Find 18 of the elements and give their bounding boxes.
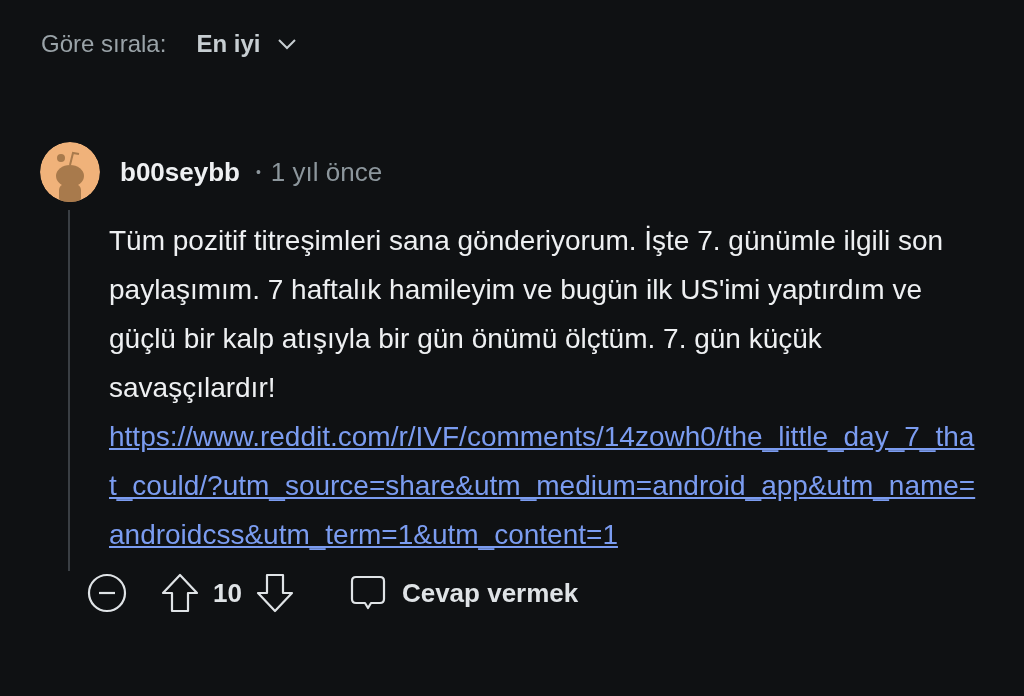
collapse-button[interactable]	[87, 573, 127, 613]
speech-bubble-icon	[349, 575, 386, 611]
reply-button[interactable]: Cevap vermek	[349, 575, 579, 611]
comment-link[interactable]: https://www.reddit.com/r/IVF/comments/14zowh0/the_little_day_7_that_could/?utm_source=share&utm_medium=android_app&utm_name=androidcss&utm_term=1&utm_content=1	[109, 412, 977, 571]
chevron-down-icon	[278, 38, 297, 50]
username[interactable]: b00seybb	[120, 156, 240, 188]
sort-dropdown[interactable]: En iyi	[196, 30, 297, 58]
separator-dot: •	[255, 164, 261, 180]
timestamp: 1 yıl önce	[270, 156, 383, 188]
avatar	[40, 142, 100, 202]
comment-text: Tüm pozitif titreşimleri sana gönderiyorum. İşte 7. günümle ilgili son paylaşımım. 7 haftalık hamileyim ve bugün ilk US'imi yaptırdım ve güçlü bir kalp atışıyla bir gün önümü ölçtüm. 7. gün küçük savaşçılardır!	[109, 224, 945, 405]
arrow-up-icon	[161, 573, 199, 613]
downvote-button[interactable]	[255, 573, 294, 613]
sort-label: Göre sırala:	[41, 30, 167, 58]
arrow-down-icon	[255, 573, 294, 613]
collapse-icon	[87, 573, 127, 613]
vote-count: 10	[213, 577, 242, 609]
upvote-button[interactable]	[161, 573, 199, 613]
